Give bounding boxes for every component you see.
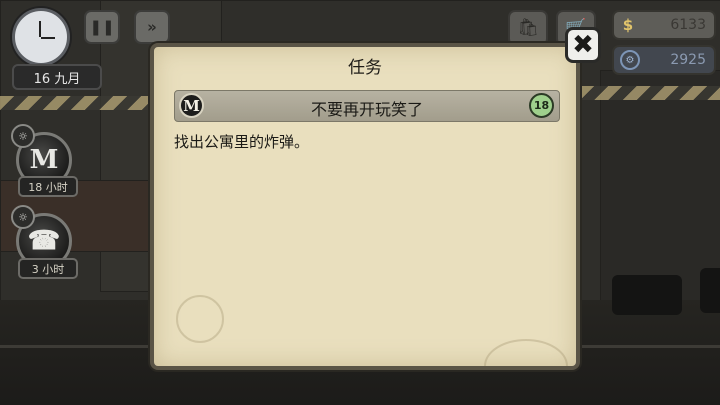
m-badge-icon: M bbox=[29, 145, 59, 175]
task-time-label: 3 小时 bbox=[18, 258, 78, 279]
phone-icon: ☎ bbox=[27, 226, 61, 256]
compass-watermark-icon bbox=[176, 295, 224, 343]
close-button[interactable]: ✖ bbox=[565, 27, 601, 63]
quest-description: 找出公寓里的炸弹。 bbox=[174, 133, 310, 151]
parts-counter: ⚙ 2925 bbox=[612, 45, 716, 75]
quest-title: 不要再开玩笑了 bbox=[310, 100, 423, 119]
date-display: 16 九月 bbox=[12, 64, 102, 90]
task-time-label: 18 小时 bbox=[18, 176, 78, 197]
fast-forward-button[interactable]: » bbox=[134, 10, 170, 44]
task-type-icon: ☼ bbox=[11, 205, 35, 229]
pause-button[interactable]: ❚❚ bbox=[84, 10, 120, 44]
gear-coin-icon: ⚙ bbox=[620, 50, 640, 70]
task-type-icon: ☼ bbox=[11, 124, 35, 148]
clock-icon bbox=[12, 8, 70, 66]
quest-hours-badge: 18 bbox=[529, 93, 554, 118]
close-icon: ✖ bbox=[572, 30, 594, 60]
dialog-title: 任务 bbox=[348, 58, 382, 78]
fast-forward-icon: » bbox=[147, 18, 157, 36]
cash-counter: $ 6133 bbox=[612, 10, 716, 40]
parts-value: 2925 bbox=[670, 52, 706, 68]
mission-dialog: 任务 M 不要再开玩笑了 18 找出公寓里的炸弹。 bbox=[150, 43, 580, 370]
cash-value: 6133 bbox=[670, 17, 706, 33]
pause-icon: ❚❚ bbox=[89, 18, 115, 36]
map-watermark-icon bbox=[484, 339, 568, 366]
dollar-icon: $ bbox=[622, 16, 634, 34]
inventory-button[interactable]: 🛍 bbox=[508, 10, 548, 46]
quest-row[interactable]: M 不要再开玩笑了 18 bbox=[174, 90, 560, 122]
bag-icon: 🛍 bbox=[517, 18, 539, 38]
